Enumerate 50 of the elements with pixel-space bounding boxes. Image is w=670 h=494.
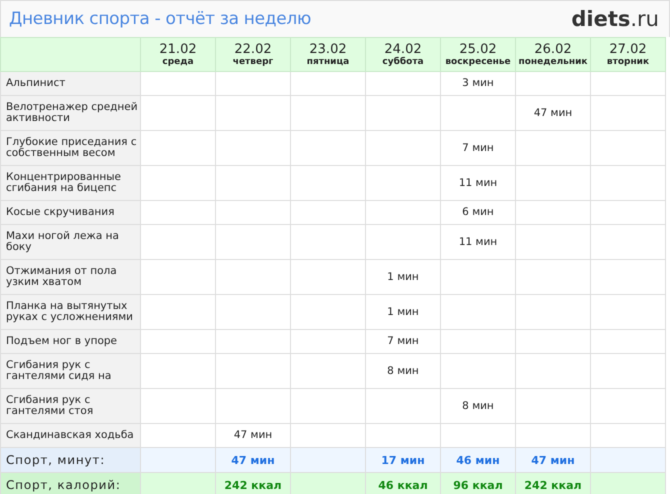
duration-cell: 1 мин [366, 260, 441, 295]
duration-cell: 8 мин [366, 354, 441, 389]
exercise-name: Отжимания от пола узким хватом [0, 260, 141, 295]
exercise-name: Альпинист [0, 72, 141, 96]
exercise-name: Косые скручивания [0, 201, 141, 225]
duration-cell: 1 мин [366, 295, 441, 330]
weekday-label: воскресенье [445, 56, 511, 68]
duration-cell: 7 мин [366, 330, 441, 354]
weekday-label: суббота [382, 56, 424, 68]
exercise-name: Подъем ног в упоре [0, 330, 141, 354]
duration-cell: 11 мин [441, 166, 516, 201]
exercise-name: Концентрированные сгибания на бицепс [0, 166, 141, 201]
day-date: 23.02 [309, 42, 347, 56]
exercise-name: Планка на вытянутых руках с усложнениями [0, 295, 141, 330]
minutes-total-cell: 47 мин [216, 448, 291, 473]
duration-cell: 47 мин [516, 96, 591, 131]
minutes-total-cell: 17 мин [366, 448, 441, 473]
day-date: 21.02 [159, 42, 197, 56]
day-date: 22.02 [234, 42, 272, 56]
total-calories-label: Спорт, калорий: [0, 473, 141, 494]
weekday-label: понедельник [518, 56, 588, 68]
exercise-name: Сгибания рук с гантелями сидя на [0, 354, 141, 389]
duration-cell: 47 мин [216, 424, 291, 448]
exercise-name: Глубокие приседания с собственным весом [0, 131, 141, 166]
minutes-total-cell: 46 мин [441, 448, 516, 473]
minutes-total-cell: 47 мин [516, 448, 591, 473]
weekday-label: четверг [232, 56, 274, 68]
calories-total-cell: 242 ккал [516, 473, 591, 494]
duration-cell: 6 мин [441, 201, 516, 225]
duration-cell: 8 мин [441, 389, 516, 424]
duration-cell: 7 мин [441, 131, 516, 166]
day-date: 25.02 [459, 42, 497, 56]
calories-total-cell: 242 ккал [216, 473, 291, 494]
calories-total-cell: 96 ккал [441, 473, 516, 494]
site-logo[interactable]: diets.ru [571, 7, 659, 31]
day-date: 27.02 [609, 42, 647, 56]
day-date: 24.02 [384, 42, 422, 56]
exercise-name: Скандинавская ходьба [0, 424, 141, 448]
exercise-name: Сгибания рук с гантелями стоя [0, 389, 141, 424]
weekday-label: пятница [306, 56, 350, 68]
page-title: Дневник спорта - отчёт за неделю [9, 9, 311, 29]
weekday-label: среда [162, 56, 194, 68]
exercise-name: Махи ногой лежа на боку [0, 225, 141, 260]
exercise-name: Велотренажер средней активности [0, 96, 141, 131]
weekday-label: вторник [606, 56, 650, 68]
calories-total-cell: 46 ккал [366, 473, 441, 494]
duration-cell: 3 мин [441, 72, 516, 96]
duration-cell: 11 мин [441, 225, 516, 260]
day-date: 26.02 [534, 42, 572, 56]
total-minutes-label: Спорт, минут: [0, 448, 141, 473]
